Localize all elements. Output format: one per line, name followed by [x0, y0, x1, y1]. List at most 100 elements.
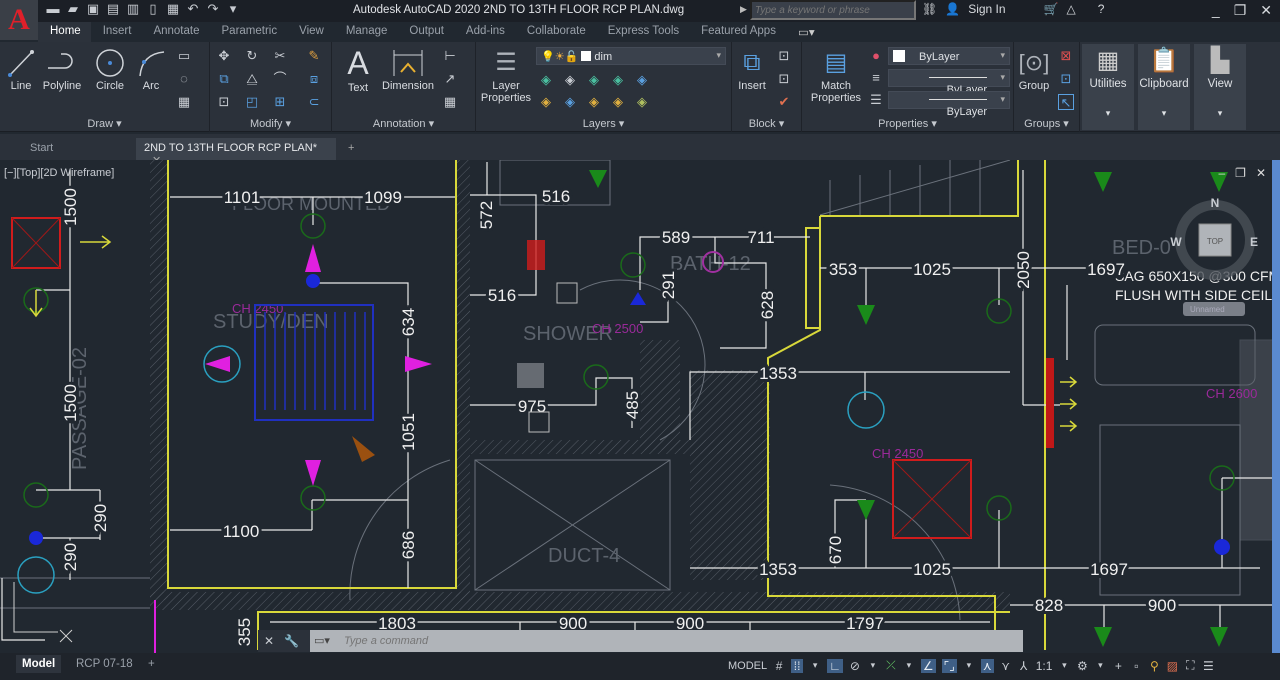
tab-featured-apps[interactable]: Featured Apps — [689, 22, 786, 42]
move-icon[interactable]: ✥ — [216, 48, 232, 64]
start-tab[interactable]: Start — [22, 138, 134, 160]
open-folder-icon[interactable]: ▰ — [66, 2, 80, 16]
create-block-icon[interactable]: ⊡ — [776, 48, 792, 64]
layer-lock-icon[interactable]: ◈ — [610, 72, 626, 88]
sign-in-link[interactable]: Sign In — [968, 2, 1005, 16]
clipboard-panel[interactable]: 📋 Clipboard ▾ — [1138, 44, 1190, 130]
rectangle-icon[interactable]: ▭ — [176, 48, 192, 64]
tab-express-tools[interactable]: Express Tools — [596, 22, 689, 42]
tab-output[interactable]: Output — [397, 22, 454, 42]
tab-parametric[interactable]: Parametric — [210, 22, 288, 42]
annotation-panel-title[interactable]: Annotation ▾ — [332, 117, 475, 130]
redo-icon[interactable]: ↷ — [206, 2, 220, 16]
arc-tool[interactable]: Arc — [135, 48, 167, 92]
utilities-panel[interactable]: ▦ Utilities ▾ — [1082, 44, 1134, 130]
mirror-icon[interactable]: ⧋ — [244, 71, 260, 87]
tab-add-ins[interactable]: Add-ins — [454, 22, 515, 42]
model-space-button[interactable]: MODEL — [728, 660, 767, 672]
annotation-scale-icon[interactable]: ⅄ — [1018, 659, 1030, 673]
array-icon[interactable]: ⊞ — [272, 94, 288, 110]
tab-home[interactable]: Home — [38, 22, 91, 42]
workspace-gear-icon[interactable]: ⚙ — [1076, 659, 1088, 673]
command-close-icon[interactable]: ✕ — [264, 634, 274, 648]
ribbon-minimize-icon[interactable]: ▭▾ — [786, 22, 825, 42]
application-menu-button[interactable]: A — [0, 0, 38, 40]
leader-icon[interactable]: ↗ — [442, 71, 458, 87]
command-history-icon[interactable]: ▭▾ — [314, 634, 330, 647]
new-tab-button[interactable]: + — [340, 138, 362, 160]
publish-icon[interactable]: ▥ — [126, 2, 140, 16]
group-select-icon[interactable]: ↖ — [1058, 94, 1074, 110]
snap-dropdown-icon[interactable]: ▾ — [809, 660, 821, 671]
layout-tab-model[interactable]: Model — [16, 655, 62, 673]
undo-icon[interactable]: ↶ — [186, 2, 200, 16]
tab-manage[interactable]: Manage — [334, 22, 398, 42]
properties-panel-title[interactable]: Properties ▾ — [802, 117, 1013, 130]
print-icon[interactable]: ▦ — [166, 2, 180, 16]
layer-dropdown[interactable]: 💡☀🔓 dim ▾ — [536, 47, 726, 65]
polyline-tool[interactable]: Polyline — [40, 48, 84, 92]
isodraft-icon[interactable]: ⤫ — [885, 658, 897, 673]
cart-icon[interactable]: 🛒 — [1044, 2, 1059, 16]
viewport-controls-label[interactable]: [−][Top][2D Wireframe] — [4, 167, 114, 179]
trim-icon[interactable]: ✂ — [272, 48, 288, 64]
scale-icon[interactable]: ◰ — [244, 94, 260, 110]
quick-properties-icon[interactable]: ⚲ — [1148, 659, 1160, 673]
layer-isolate-icon[interactable]: ◈ — [538, 72, 554, 88]
auto-scale-icon[interactable]: ⋎ — [1000, 659, 1012, 673]
a360-icon[interactable]: △ — [1067, 2, 1076, 16]
polar-tracking-icon[interactable]: ⊘ — [849, 659, 861, 673]
rotate-icon[interactable]: ↻ — [244, 48, 260, 64]
table-icon[interactable]: ▦ — [442, 94, 458, 110]
dimension-tool[interactable]: Dimension — [380, 48, 436, 92]
annotation-scale-value[interactable]: 1:1 — [1036, 659, 1053, 673]
linetype-dropdown[interactable]: ByLayer ▾ — [888, 91, 1010, 118]
draw-panel-title[interactable]: Draw ▾ — [0, 117, 209, 130]
command-input[interactable] — [338, 632, 1018, 650]
match-properties-tool[interactable]: ▤ Match Properties — [806, 48, 866, 104]
viewport-restore-icon[interactable]: ❐ — [1235, 166, 1246, 180]
binoculars-icon[interactable]: ⛓ — [922, 2, 937, 16]
tab-annotate[interactable]: Annotate — [141, 22, 209, 42]
save-icon[interactable]: ▣ — [86, 2, 100, 16]
annotation-monitor-icon[interactable]: + — [1112, 659, 1124, 673]
layer-merge-icon[interactable]: ◈ — [634, 94, 650, 110]
isodraft-dropdown-icon[interactable]: ▾ — [903, 660, 915, 671]
modify-panel-title[interactable]: Modify ▾ — [210, 117, 331, 130]
layer-off-icon[interactable]: ◈ — [586, 72, 602, 88]
minimize-icon[interactable]: _ — [1212, 2, 1220, 19]
insert-block-tool[interactable]: ⧉ Insert — [734, 48, 770, 92]
fullscreen-icon[interactable]: ⛶ — [1184, 658, 1196, 673]
hatch-icon[interactable]: ▦ — [176, 94, 192, 110]
user-icon[interactable]: 👤 — [945, 2, 960, 16]
restore-icon[interactable]: ❐ — [1234, 2, 1247, 19]
layout-tab-rcp[interactable]: RCP 07-18 — [70, 655, 139, 673]
help-icon[interactable]: ? — [1098, 2, 1105, 16]
object-snap-tracking-icon[interactable]: ∠ — [920, 658, 936, 673]
drawing-tab[interactable]: 2ND TO 13TH FLOOR RCP PLAN* ✕ — [136, 138, 336, 167]
command-customize-icon[interactable]: 🔧 — [284, 634, 299, 648]
viewport-close-icon[interactable]: ✕ — [1256, 166, 1266, 180]
osnap-dropdown-icon[interactable]: ▾ — [963, 660, 975, 671]
tab-collaborate[interactable]: Collaborate — [515, 22, 596, 42]
add-layout-button[interactable]: + — [142, 655, 161, 673]
erase-icon[interactable]: ✎ — [306, 48, 322, 64]
object-snap-icon[interactable]: ⌜⌟ — [941, 658, 957, 673]
snap-icon[interactable]: ⁞⁞ — [791, 658, 804, 673]
layer-walk-icon[interactable]: ◈ — [562, 94, 578, 110]
ungroup-icon[interactable]: ⊠ — [1058, 48, 1074, 64]
lineweight-dropdown[interactable]: ByLayer ▾ — [888, 69, 1010, 96]
groups-panel-title[interactable]: Groups ▾ — [1014, 117, 1079, 130]
annotation-visibility-icon[interactable]: ⋏ — [980, 658, 994, 673]
layer-thaw-icon[interactable]: ◈ — [586, 94, 602, 110]
new-file-icon[interactable]: ▬ — [46, 2, 60, 16]
layer-stack-icon[interactable]: ◈ — [634, 72, 650, 88]
layer-on-icon[interactable]: ◈ — [538, 94, 554, 110]
search-expand-icon[interactable]: ▶ — [740, 4, 747, 15]
tab-view[interactable]: View — [287, 22, 334, 42]
circle-tool[interactable]: Circle — [90, 48, 130, 92]
layer-match-icon[interactable]: ◈ — [562, 72, 578, 88]
layer-unlock-icon[interactable]: ◈ — [610, 94, 626, 110]
fillet-icon[interactable]: ⌒ — [272, 71, 288, 87]
customize-menu-icon[interactable]: ☰ — [1202, 659, 1214, 673]
